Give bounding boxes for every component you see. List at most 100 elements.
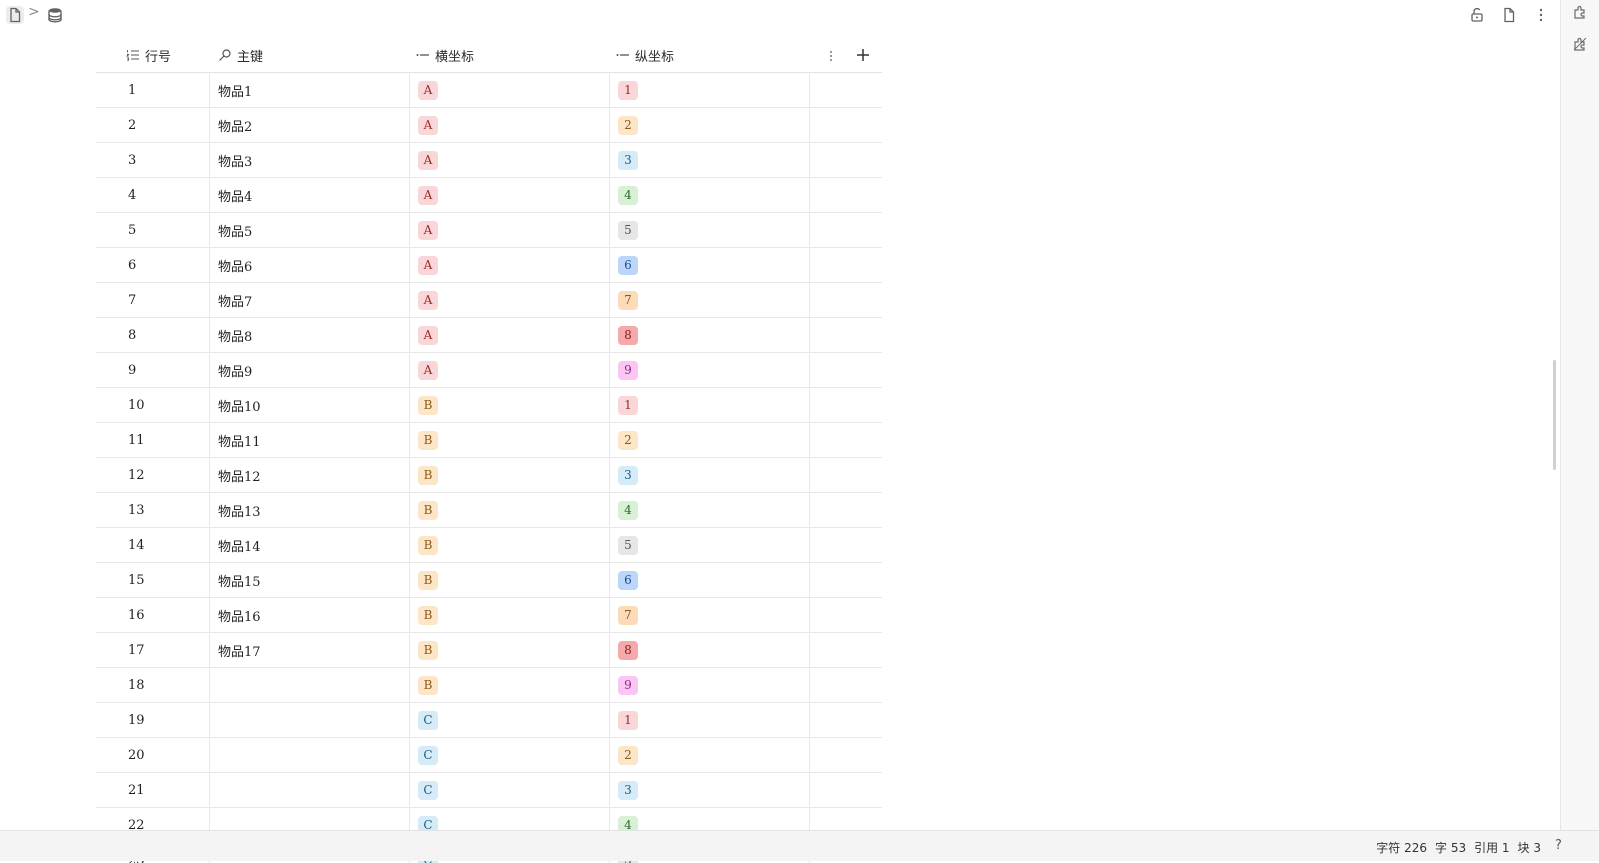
table-row[interactable]: 14物品14B5 <box>96 528 882 563</box>
column-header-row-number[interactable]: 行号 <box>126 38 171 72</box>
cell-y-coordinate[interactable]: 5 <box>609 528 809 562</box>
cell-primary-key[interactable]: 物品13 <box>209 493 409 527</box>
cell-y-coordinate[interactable]: 1 <box>609 388 809 422</box>
cell-row-number[interactable]: 21 <box>96 773 209 807</box>
cell-primary-key[interactable]: 物品11 <box>209 423 409 457</box>
cell-x-coordinate[interactable]: A <box>409 73 609 107</box>
cell-primary-key[interactable]: 物品8 <box>209 318 409 352</box>
cell-y-coordinate[interactable]: 2 <box>609 108 809 142</box>
column-header-y[interactable]: 纵坐标 <box>616 38 674 72</box>
cell-empty[interactable] <box>809 283 882 317</box>
cell-row-number[interactable]: 1 <box>96 73 209 107</box>
cell-primary-key[interactable]: 物品3 <box>209 143 409 177</box>
cell-y-coordinate[interactable]: 3 <box>609 143 809 177</box>
cell-y-coordinate[interactable]: 7 <box>609 283 809 317</box>
cell-primary-key[interactable]: 物品6 <box>209 248 409 282</box>
puzzle-icon[interactable] <box>1572 36 1588 52</box>
cell-y-coordinate[interactable]: 2 <box>609 423 809 457</box>
cell-primary-key[interactable]: 物品5 <box>209 213 409 247</box>
cell-row-number[interactable]: 5 <box>96 213 209 247</box>
cell-y-coordinate[interactable]: 3 <box>609 773 809 807</box>
cell-empty[interactable] <box>809 353 882 387</box>
cell-primary-key[interactable]: 物品1 <box>209 73 409 107</box>
cell-empty[interactable] <box>809 738 882 772</box>
cell-row-number[interactable]: 19 <box>96 703 209 737</box>
cell-empty[interactable] <box>809 423 882 457</box>
cell-empty[interactable] <box>809 143 882 177</box>
cell-primary-key[interactable] <box>209 738 409 772</box>
table-row[interactable]: 11物品11B2 <box>96 423 882 458</box>
table-row[interactable]: 3物品3A3 <box>96 143 882 178</box>
unlock-icon[interactable] <box>1468 6 1486 24</box>
cell-y-coordinate[interactable]: 6 <box>609 563 809 597</box>
cell-row-number[interactable]: 13 <box>96 493 209 527</box>
table-row[interactable]: 7物品7A7 <box>96 283 882 318</box>
cell-x-coordinate[interactable]: B <box>409 458 609 492</box>
cell-x-coordinate[interactable]: C <box>409 738 609 772</box>
cell-empty[interactable] <box>809 493 882 527</box>
cell-x-coordinate[interactable]: A <box>409 108 609 142</box>
cell-row-number[interactable]: 11 <box>96 423 209 457</box>
cell-x-coordinate[interactable]: C <box>409 703 609 737</box>
cell-primary-key[interactable]: 物品16 <box>209 598 409 632</box>
cell-row-number[interactable]: 16 <box>96 598 209 632</box>
cell-empty[interactable] <box>809 458 882 492</box>
cell-x-coordinate[interactable]: A <box>409 353 609 387</box>
help-icon[interactable]: ? <box>1555 838 1571 854</box>
cell-row-number[interactable]: 2 <box>96 108 209 142</box>
cell-x-coordinate[interactable]: A <box>409 178 609 212</box>
cell-empty[interactable] <box>809 703 882 737</box>
table-row[interactable]: 21C3 <box>96 773 882 808</box>
cell-empty[interactable] <box>809 388 882 422</box>
cell-x-coordinate[interactable]: B <box>409 388 609 422</box>
column-header-x[interactable]: 横坐标 <box>416 38 474 72</box>
more-vertical-icon[interactable] <box>1532 6 1550 24</box>
more-vertical-icon[interactable] <box>824 48 838 62</box>
cell-x-coordinate[interactable]: A <box>409 248 609 282</box>
cell-x-coordinate[interactable]: A <box>409 283 609 317</box>
table-row[interactable]: 9物品9A9 <box>96 353 882 388</box>
cell-primary-key[interactable]: 物品10 <box>209 388 409 422</box>
table-row[interactable]: 15物品15B6 <box>96 563 882 598</box>
add-column-icon[interactable] <box>854 46 872 64</box>
cell-y-coordinate[interactable]: 7 <box>609 598 809 632</box>
table-row[interactable]: 13物品13B4 <box>96 493 882 528</box>
scrollbar[interactable] <box>1553 360 1556 470</box>
cell-row-number[interactable]: 15 <box>96 563 209 597</box>
cell-y-coordinate[interactable]: 6 <box>609 248 809 282</box>
cell-row-number[interactable]: 4 <box>96 178 209 212</box>
cell-y-coordinate[interactable]: 8 <box>609 633 809 667</box>
table-row[interactable]: 10物品10B1 <box>96 388 882 423</box>
cell-primary-key[interactable]: 物品14 <box>209 528 409 562</box>
table-row[interactable]: 8物品8A8 <box>96 318 882 353</box>
cell-primary-key[interactable]: 物品7 <box>209 283 409 317</box>
cell-primary-key[interactable]: 物品17 <box>209 633 409 667</box>
cell-primary-key[interactable]: 物品12 <box>209 458 409 492</box>
cell-y-coordinate[interactable]: 4 <box>609 178 809 212</box>
cell-empty[interactable] <box>809 213 882 247</box>
cell-empty[interactable] <box>809 773 882 807</box>
table-row[interactable]: 4物品4A4 <box>96 178 882 213</box>
cell-row-number[interactable]: 20 <box>96 738 209 772</box>
database-icon[interactable] <box>46 6 64 24</box>
cell-y-coordinate[interactable]: 9 <box>609 668 809 702</box>
cell-empty[interactable] <box>809 108 882 142</box>
cell-primary-key[interactable]: 物品15 <box>209 563 409 597</box>
cell-row-number[interactable]: 12 <box>96 458 209 492</box>
cell-row-number[interactable]: 3 <box>96 143 209 177</box>
table-row[interactable]: 20 C2 <box>96 738 882 773</box>
cell-y-coordinate[interactable]: 3 <box>609 458 809 492</box>
puzzle-icon[interactable] <box>1572 4 1588 20</box>
table-row[interactable]: 6物品6A6 <box>96 248 882 283</box>
cell-y-coordinate[interactable]: 9 <box>609 353 809 387</box>
cell-y-coordinate[interactable]: 2 <box>609 738 809 772</box>
cell-empty[interactable] <box>809 598 882 632</box>
cell-primary-key[interactable]: 物品4 <box>209 178 409 212</box>
cell-primary-key[interactable]: 物品9 <box>209 353 409 387</box>
cell-primary-key[interactable] <box>209 668 409 702</box>
cell-x-coordinate[interactable]: B <box>409 423 609 457</box>
table-row[interactable]: 12物品12B3 <box>96 458 882 493</box>
cell-row-number[interactable]: 7 <box>96 283 209 317</box>
file-icon[interactable] <box>1500 6 1518 24</box>
cell-x-coordinate[interactable]: A <box>409 143 609 177</box>
